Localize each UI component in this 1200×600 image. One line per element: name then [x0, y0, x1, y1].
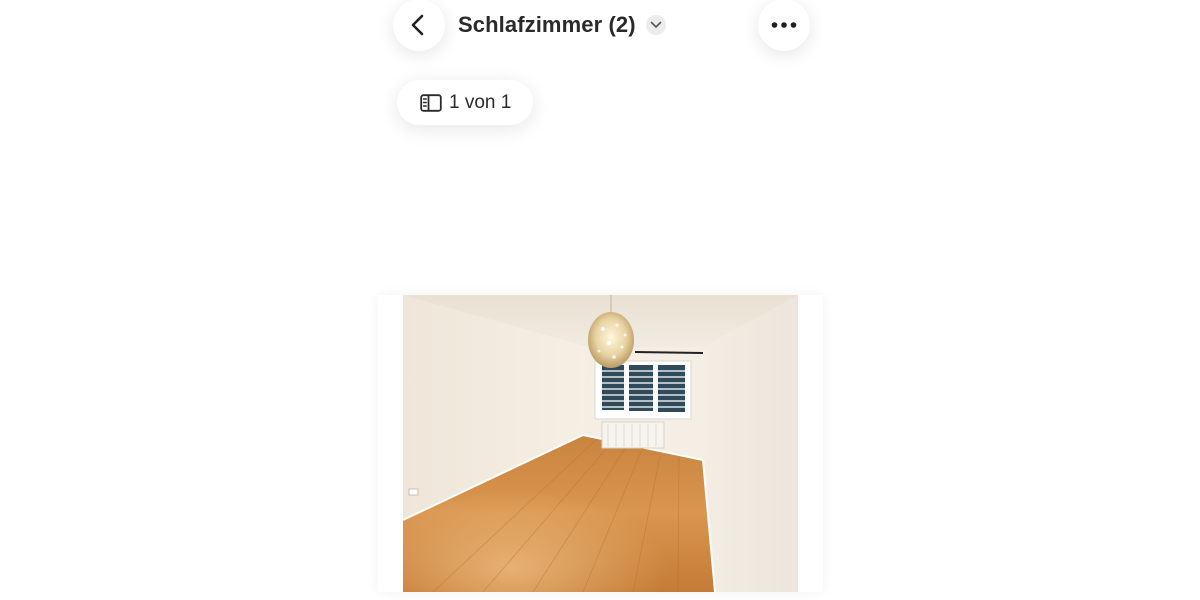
room-title-dropdown[interactable]: Schlafzimmer (2): [458, 9, 666, 41]
photo-container: [378, 295, 823, 592]
gallery-sidebar-icon: [420, 93, 442, 112]
chevron-left-icon: [411, 14, 424, 36]
chevron-down-icon: [645, 15, 666, 35]
photo-counter-label: 1 von 1: [449, 91, 512, 113]
more-options-button[interactable]: [758, 0, 810, 51]
photo-counter-button[interactable]: 1 von 1: [397, 80, 534, 125]
more-horizontal-icon: [771, 22, 797, 28]
page-title: Schlafzimmer (2): [458, 12, 636, 37]
photo-viewer: Schlafzimmer (2) 1 von 1: [375, 0, 827, 600]
room-photo[interactable]: [403, 295, 798, 592]
back-button[interactable]: [393, 0, 445, 51]
